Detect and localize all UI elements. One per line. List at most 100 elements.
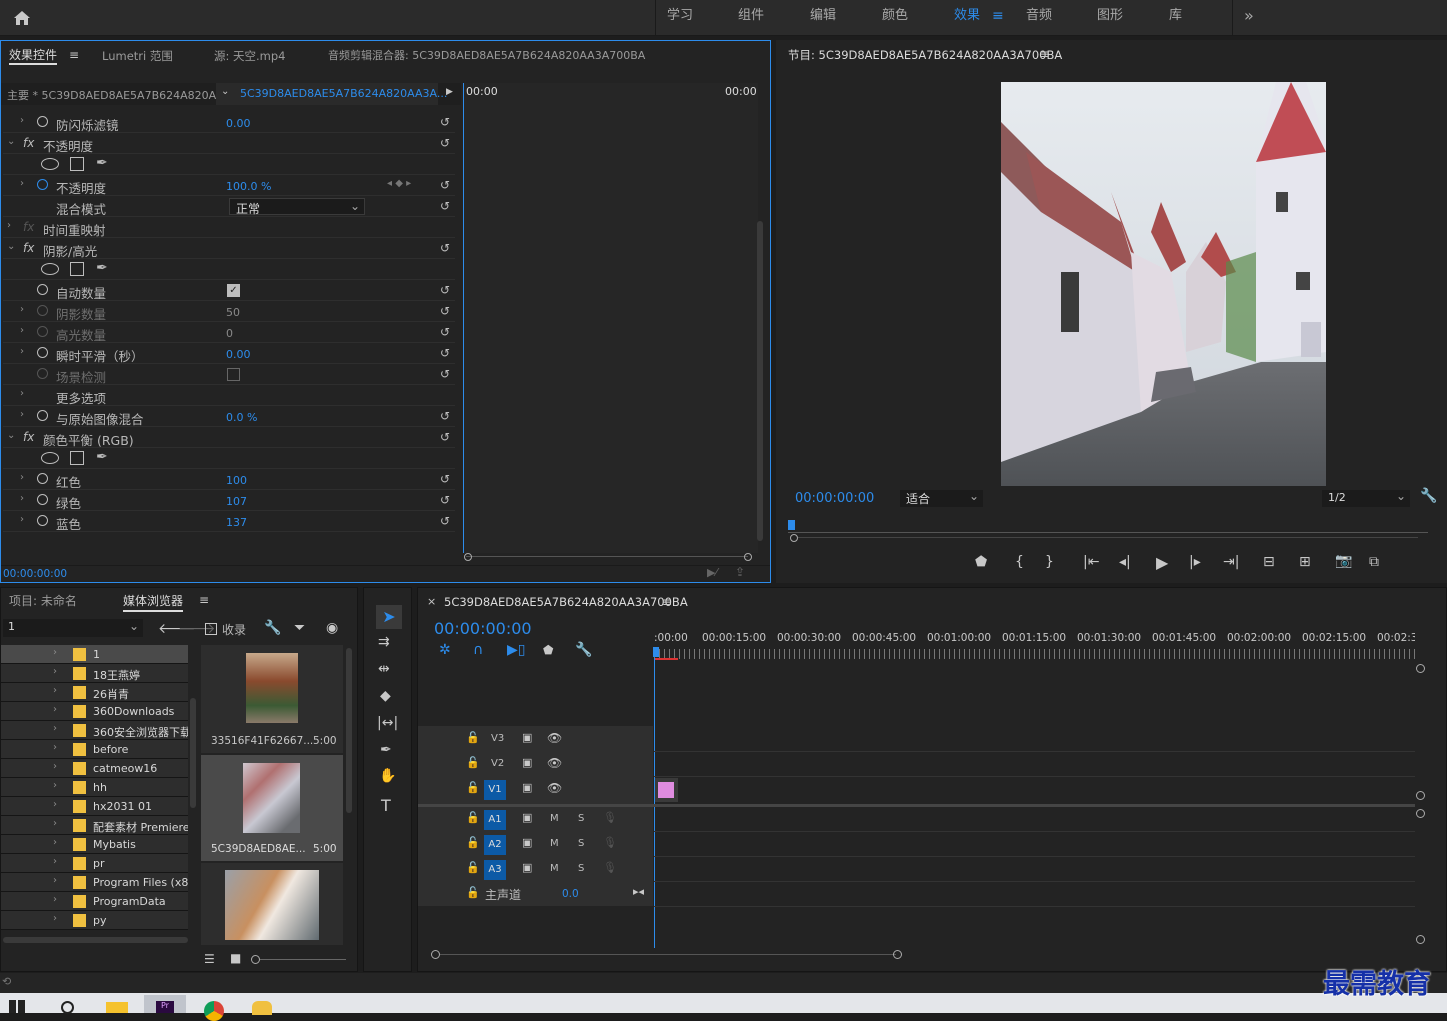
tab-project[interactable]: 项目: 未命名 — [9, 588, 77, 614]
media-thumbnail[interactable] — [201, 863, 343, 945]
reset-icon[interactable]: ↺ — [440, 325, 450, 339]
chevron-right-icon[interactable]: › — [53, 799, 57, 810]
reset-icon[interactable]: ↺ — [440, 115, 450, 129]
chevron-right-icon[interactable]: › — [53, 913, 57, 924]
solo-button[interactable]: S — [578, 813, 584, 824]
chevron-right-icon[interactable]: › — [53, 742, 57, 753]
microphone-icon[interactable]: 🎙 — [603, 836, 617, 849]
timeline-vscroll-handle[interactable] — [1416, 791, 1425, 800]
sync-lock-icon[interactable]: ▣ — [522, 781, 532, 794]
timeline-vscroll-handle[interactable] — [1416, 935, 1425, 944]
reset-icon[interactable]: ↺ — [440, 493, 450, 507]
prop-value[interactable]: 0.0 % — [226, 411, 257, 424]
view-icon[interactable]: ◉ — [326, 620, 338, 636]
stopwatch-icon[interactable] — [37, 179, 48, 190]
chevron-right-icon[interactable]: › — [53, 647, 57, 658]
pen-tool-icon[interactable]: ✒ — [380, 742, 392, 758]
sync-lock-icon[interactable]: ▣ — [522, 861, 532, 874]
timeline-playhead-head[interactable] — [653, 647, 659, 657]
workspace-audio[interactable]: 音频 — [1026, 0, 1052, 36]
chevron-right-icon[interactable]: › — [20, 493, 24, 504]
lift-icon[interactable]: ⊟ — [1263, 554, 1275, 570]
timeline-zoom-scroll[interactable] — [431, 950, 911, 960]
chevron-right-icon[interactable]: › — [20, 325, 24, 336]
rect-mask-icon[interactable] — [70, 157, 84, 171]
track-select-tool-icon[interactable]: ⇉ — [378, 634, 390, 650]
reset-icon[interactable]: ↺ — [440, 304, 450, 318]
chevron-right-icon[interactable]: › — [20, 304, 24, 315]
icon-view-icon[interactable]: ■ — [230, 951, 241, 965]
chevron-right-icon[interactable]: › — [53, 894, 57, 905]
stopwatch-icon[interactable] — [37, 410, 48, 421]
folder-item[interactable]: › 配套素材 Premiere — [1, 816, 188, 835]
tab-lumetri-scopes[interactable]: Lumetri 范围 — [102, 43, 173, 69]
folder-item[interactable]: › 1 — [1, 645, 188, 664]
pen-mask-icon[interactable]: ✒ — [96, 449, 108, 465]
prop-value[interactable]: 137 — [226, 516, 247, 529]
eye-icon[interactable]: 👁 — [547, 731, 562, 745]
reset-icon[interactable]: ↺ — [440, 430, 450, 444]
extract-icon[interactable]: ⊞ — [1299, 554, 1311, 570]
thumbnail-size-slider[interactable] — [251, 955, 346, 965]
chevron-right-icon[interactable]: › — [20, 346, 24, 357]
folder-item[interactable]: › 26肖青 — [1, 683, 188, 702]
stopwatch-icon[interactable] — [37, 494, 48, 505]
folder-item[interactable]: › hh — [1, 778, 188, 797]
fx-icon[interactable]: fx — [23, 430, 34, 444]
workspace-editing[interactable]: 编辑 — [810, 0, 836, 36]
prop-value[interactable]: 0.00 — [226, 348, 251, 361]
folder-scrollbar[interactable] — [3, 937, 188, 943]
folder-item[interactable]: › Mybatis — [1, 835, 188, 854]
filter-icon[interactable]: ⏷ — [294, 620, 305, 636]
step-back-icon[interactable]: ◂| — [1119, 554, 1131, 570]
media-thumbnail[interactable]: 33516F41F62667... 5:00 — [201, 645, 343, 753]
play-arrow-icon[interactable]: ▶ — [446, 87, 453, 97]
timeline-clip[interactable] — [655, 778, 678, 802]
tab-media-browser[interactable]: 媒体浏览器 — [123, 588, 184, 612]
master-volume-value[interactable]: 0.0 — [562, 888, 579, 900]
file-explorer-icon[interactable] — [106, 1002, 128, 1013]
go-to-in-icon[interactable]: |⇤ — [1083, 554, 1099, 570]
ellipse-mask-icon[interactable] — [41, 263, 59, 275]
chevron-down-icon[interactable]: ⌄ — [7, 430, 15, 441]
track-label[interactable]: V3 — [491, 733, 504, 744]
workspace-menu-icon[interactable]: ≡ — [992, 8, 1004, 24]
reset-icon[interactable]: ↺ — [440, 178, 450, 192]
keyframe-nav-icon[interactable]: ◂ ◆ ▸ — [387, 178, 411, 189]
chevron-right-icon[interactable]: › — [53, 666, 57, 677]
add-marker-icon[interactable]: ⬟ — [975, 554, 987, 570]
timeline-vscroll-handle[interactable] — [1416, 664, 1425, 673]
export-frame-camera-icon[interactable]: 📷 — [1335, 553, 1352, 569]
mark-in-icon[interactable]: { — [1015, 554, 1024, 570]
razor-tool-icon[interactable]: ◆ — [380, 688, 391, 704]
playhead[interactable] — [463, 83, 464, 553]
chrome-icon[interactable] — [204, 1001, 224, 1021]
rect-mask-icon[interactable] — [70, 451, 84, 465]
chevron-right-icon[interactable]: › — [20, 472, 24, 483]
panel-menu-icon[interactable]: ≡ — [662, 595, 672, 609]
chevron-right-icon[interactable]: › — [53, 875, 57, 886]
chevron-right-icon[interactable]: › — [7, 220, 11, 231]
track-target-a2[interactable]: A2 — [484, 835, 506, 855]
chevron-right-icon[interactable]: › — [53, 723, 57, 734]
lock-icon[interactable]: 🔓 — [466, 811, 480, 824]
chevron-right-icon[interactable]: › — [53, 780, 57, 791]
wrench-icon[interactable]: 🔧 — [1420, 488, 1437, 504]
chevron-right-icon[interactable]: › — [53, 856, 57, 867]
chevron-right-icon[interactable]: › — [20, 409, 24, 420]
reset-icon[interactable]: ↺ — [440, 346, 450, 360]
program-timecode[interactable]: 00:00:00:00 — [795, 491, 874, 506]
eye-icon[interactable]: 👁 — [547, 781, 562, 795]
track-label[interactable]: V2 — [491, 758, 504, 769]
workspace-libraries[interactable]: 库 — [1169, 0, 1182, 36]
pen-mask-icon[interactable]: ✒ — [96, 260, 108, 276]
track-target-a1[interactable]: A1 — [484, 810, 506, 830]
track-target-v1[interactable]: V1 — [484, 780, 506, 800]
export-frame-icon[interactable]: ▶⁄ — [707, 566, 717, 579]
program-zoom-scroll[interactable] — [790, 534, 1430, 542]
folder-item[interactable]: › hx2031 01 — [1, 797, 188, 816]
workspace-assembly[interactable]: 组件 — [738, 0, 764, 36]
sync-lock-icon[interactable]: ▣ — [522, 731, 532, 744]
reset-icon[interactable]: ↺ — [440, 199, 450, 213]
program-playhead[interactable] — [788, 520, 795, 530]
